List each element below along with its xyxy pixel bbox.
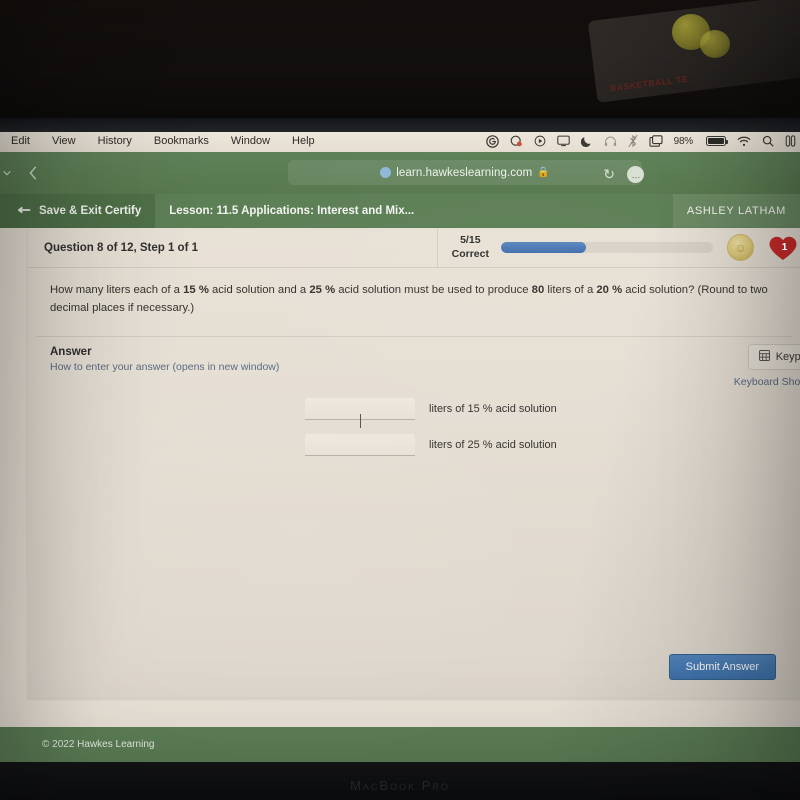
grammarly-icon[interactable] — [485, 134, 499, 148]
menu-item-help[interactable]: Help — [281, 135, 326, 147]
submit-answer-button[interactable]: Submit Answer — [668, 654, 776, 680]
poster-text: BASKETBALL TE — [609, 73, 689, 94]
menu-item-window[interactable]: Window — [220, 135, 281, 147]
laptop-photo: BASKETBALL TE Edit View History Bookmark… — [0, 0, 800, 800]
wifi-icon[interactable] — [737, 136, 751, 147]
menu-item-edit[interactable]: Edit — [0, 135, 41, 147]
keypad-section: Keypad Keyboard Shortcuts — [734, 344, 800, 388]
record-icon[interactable] — [534, 135, 546, 147]
fruit-object-secondary — [700, 30, 730, 58]
battery-icon[interactable] — [704, 136, 729, 146]
menu-item-history[interactable]: History — [87, 135, 143, 147]
answer-fields: liters of 15 % acid solution liters of 2… — [305, 398, 557, 470]
save-exit-certify-button[interactable]: Save & Exit Certify — [0, 194, 156, 228]
do-not-disturb-icon[interactable] — [580, 135, 593, 148]
progress-bar-fill — [501, 242, 586, 253]
back-arrow-icon — [17, 205, 32, 217]
app-footer: © 2022 Hawkes Learning — [0, 727, 800, 762]
bluetooth-icon[interactable] — [628, 134, 638, 148]
question-pct1: 15 % — [183, 284, 209, 296]
browser-back-button[interactable] — [20, 165, 47, 181]
keypad-label: Keypad — [775, 351, 800, 363]
display-icon[interactable] — [556, 135, 570, 147]
text-cursor — [360, 414, 361, 428]
answer-divider — [36, 336, 792, 337]
control-center-icon[interactable] — [785, 135, 796, 147]
question-text-part3: acid solution must be used to produce — [335, 284, 532, 296]
question-position-label: Question 8 of 12, Step 1 of 1 — [44, 241, 199, 254]
header-spacer — [428, 194, 673, 228]
battery-percent-label: 98% — [673, 135, 694, 147]
lesson-title: Lesson: 11.5 Applications: Interest and … — [169, 205, 415, 217]
lives-count: 1 — [781, 242, 788, 253]
question-text: How many liters each of a 15 % acid solu… — [28, 268, 800, 317]
menu-item-bookmarks[interactable]: Bookmarks — [143, 135, 220, 147]
answer-field-label-2: liters of 25 % acid solution — [429, 439, 557, 451]
keypad-button[interactable]: Keypad — [747, 344, 800, 370]
question-card: Question 8 of 12, Step 1 of 1 5/15 Corre… — [28, 228, 800, 698]
laptop-screen: Edit View History Bookmarks Window Help — [0, 132, 800, 762]
macos-menubar: Edit View History Bookmarks Window Help — [0, 132, 800, 152]
room-background: BASKETBALL TE — [0, 0, 800, 132]
score-value: 5/15 — [460, 234, 481, 247]
score-box: 5/15 Correct — [436, 228, 501, 267]
headphones-icon — [604, 136, 617, 147]
coin-icon[interactable]: ☺ — [727, 234, 754, 261]
laptop-top-bezel — [0, 118, 800, 132]
user-name-label[interactable]: ASHLEY LATHAM — [672, 194, 800, 228]
screen-mirroring-icon[interactable] — [649, 135, 663, 147]
browser-url-bar[interactable]: learn.hawkeslearning.com 🔒 — [288, 160, 642, 185]
question-text-part1: How many liters each of a — [50, 284, 184, 296]
answer-field-row-1: liters of 15 % acid solution — [305, 398, 557, 420]
question-pct2: 25 % — [309, 284, 336, 296]
answer-input-25-percent[interactable] — [305, 434, 415, 456]
menu-item-view[interactable]: View — [41, 135, 87, 147]
cleanup-icon[interactable] — [510, 135, 523, 148]
keypad-icon — [758, 350, 770, 364]
site-favicon — [380, 167, 392, 178]
question-text-part2: acid solution and a — [208, 284, 310, 296]
answer-section: Answer How to enter your answer (opens i… — [50, 346, 279, 373]
progress-bar — [501, 242, 713, 253]
answer-field-label-1: liters of 15 % acid solution — [429, 403, 557, 415]
keyboard-shortcuts-link[interactable]: Keyboard Shortcuts — [734, 376, 800, 388]
answer-field-row-2: liters of 25 % acid solution — [305, 434, 557, 456]
app-header: Save & Exit Certify Lesson: 11.5 Applica… — [0, 194, 800, 228]
browser-menu-icon[interactable]: … — [627, 166, 644, 183]
question-pct3: 20 % — [596, 284, 623, 296]
browser-sidebar-icon[interactable] — [0, 168, 20, 178]
laptop-brand-label: MacBook Pro — [350, 778, 450, 793]
answer-heading: Answer — [50, 346, 92, 358]
copyright-label: © 2022 Hawkes Learning — [42, 739, 155, 750]
url-text: learn.hawkeslearning.com — [396, 166, 533, 179]
browser-toolbar-right: ↻ … — [603, 166, 644, 183]
search-icon[interactable] — [762, 135, 774, 147]
menubar-status-area: 98% — [485, 134, 800, 148]
score-label: Correct — [451, 247, 489, 260]
lives-heart-badge[interactable]: 1 — [768, 234, 798, 262]
lock-icon: 🔒 — [537, 167, 550, 178]
question-volume: 80 — [531, 284, 545, 296]
save-exit-label: Save & Exit Certify — [39, 205, 142, 217]
question-text-part4: liters of a — [544, 284, 597, 296]
reload-icon[interactable]: ↻ — [603, 166, 615, 183]
browser-toolbar: learn.hawkeslearning.com 🔒 ↻ … — [0, 152, 800, 194]
answer-help-link[interactable]: How to enter your answer (opens in new w… — [50, 361, 279, 373]
question-status-bar: Question 8 of 12, Step 1 of 1 5/15 Corre… — [28, 228, 800, 268]
